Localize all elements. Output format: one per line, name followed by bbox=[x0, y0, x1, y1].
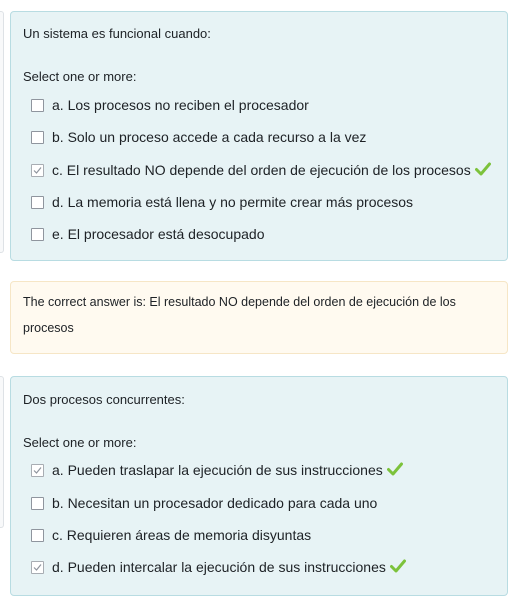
option-label: a. Los procesos no reciben el procesador bbox=[52, 97, 309, 113]
question-text: Un sistema es funcional cuando: bbox=[23, 26, 211, 41]
question-text: Dos procesos concurrentes: bbox=[23, 392, 185, 407]
answer-option[interactable]: b. Solo un proceso accede a cada recurso… bbox=[31, 127, 366, 147]
quiz-review-page: Un sistema es funcional cuando: Select o… bbox=[0, 0, 518, 605]
option-label: b. Solo un proceso accede a cada recurso… bbox=[52, 129, 367, 145]
option-label: a. Pueden traslapar la ejecución de sus … bbox=[52, 462, 383, 478]
answer-prompt: Select one or more: bbox=[23, 69, 137, 84]
answer-option[interactable]: a. Pueden traslapar la ejecución de sus … bbox=[31, 460, 403, 480]
feedback-box: The correct answer is: El resultado NO d… bbox=[10, 281, 508, 354]
checkbox-checked[interactable] bbox=[31, 163, 44, 177]
answer-option[interactable]: b. Necesitan un procesador dedicado para… bbox=[31, 493, 377, 513]
question-info-edge bbox=[0, 11, 4, 253]
check-icon bbox=[386, 462, 403, 479]
answer-prompt: Select one or more: bbox=[23, 435, 137, 450]
option-label: e. El procesador está desocupado bbox=[52, 226, 265, 242]
answer-option[interactable]: d. Pueden intercalar la ejecución de sus… bbox=[31, 557, 406, 577]
check-icon bbox=[389, 559, 406, 576]
checkbox-checked[interactable] bbox=[31, 463, 44, 477]
option-label: d. La memoria está llena y no permite cr… bbox=[52, 194, 414, 210]
checkbox[interactable] bbox=[31, 227, 44, 241]
checkbox-checked[interactable] bbox=[31, 560, 44, 574]
correct-answer-text: The correct answer is: El resultado NO d… bbox=[23, 295, 456, 335]
option-label: c. Requieren áreas de memoria disyuntas bbox=[52, 527, 312, 543]
checkbox[interactable] bbox=[31, 98, 44, 112]
checkbox[interactable] bbox=[31, 496, 44, 510]
checkbox[interactable] bbox=[31, 528, 44, 542]
check-icon bbox=[474, 162, 491, 179]
question-card: Un sistema es funcional cuando: Select o… bbox=[10, 11, 508, 261]
question-info-edge bbox=[0, 376, 4, 528]
answer-option[interactable]: e. El procesador está desocupado bbox=[31, 224, 264, 244]
option-label: b. Necesitan un procesador dedicado para… bbox=[52, 495, 378, 511]
option-label: c. El resultado NO depende del orden de … bbox=[52, 162, 471, 178]
answer-option[interactable]: d. La memoria está llena y no permite cr… bbox=[31, 192, 413, 212]
answer-option[interactable]: c. Requieren áreas de memoria disyuntas bbox=[31, 525, 311, 545]
option-label: d. Pueden intercalar la ejecución de sus… bbox=[52, 559, 386, 575]
checkbox[interactable] bbox=[31, 195, 44, 209]
checkbox[interactable] bbox=[31, 130, 44, 144]
answer-option[interactable]: a. Los procesos no reciben el procesador bbox=[31, 95, 309, 115]
question-card: Dos procesos concurrentes: Select one or… bbox=[10, 376, 508, 596]
answer-option[interactable]: c. El resultado NO depende del orden de … bbox=[31, 160, 491, 180]
